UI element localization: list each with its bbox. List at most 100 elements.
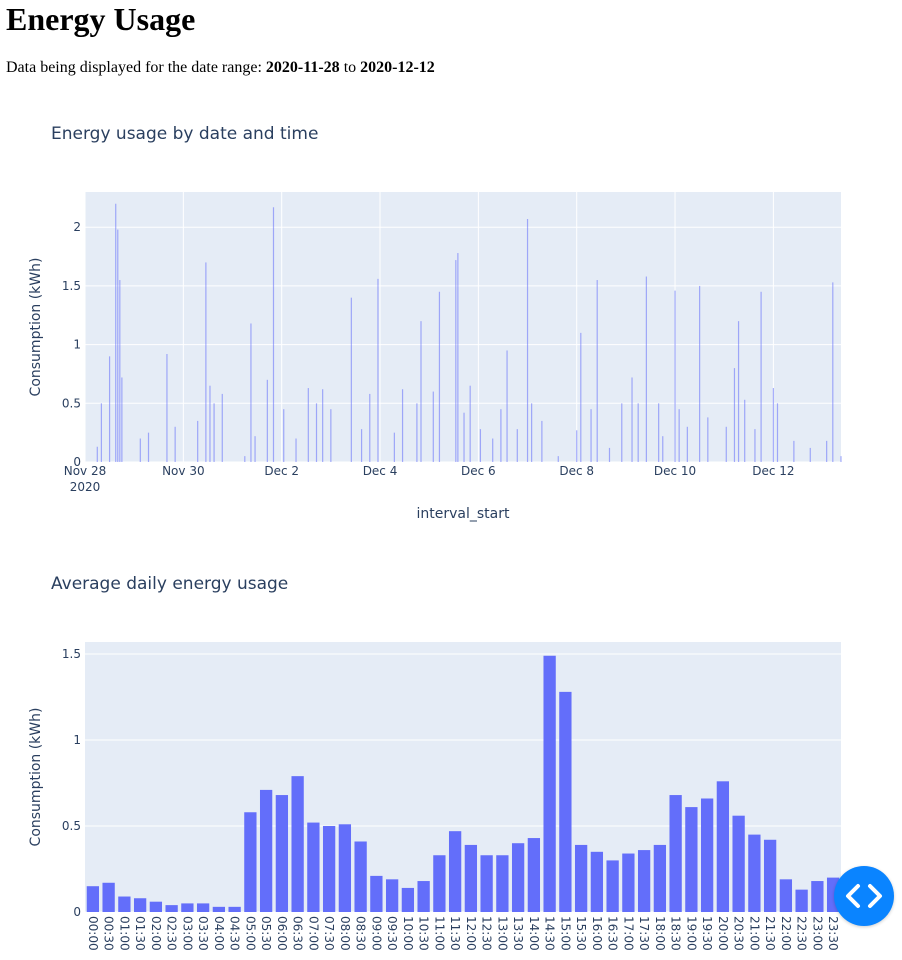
average-usage-bar: [181, 903, 194, 912]
x-tick-label: 05:30: [259, 916, 273, 951]
x-tick-label: 11:00: [432, 916, 446, 951]
average-usage-bar: [433, 855, 446, 912]
average-usage-bar: [685, 807, 698, 912]
average-usage-bar: [811, 881, 824, 912]
code-brackets-icon: [846, 884, 882, 908]
average-usage-bar: [212, 906, 226, 912]
x-tick-label: 22:30: [795, 916, 809, 951]
average-usage-bar: [574, 844, 588, 912]
x-tick-label: 22:00: [779, 916, 793, 951]
average-usage-bar: [716, 781, 730, 912]
average-daily-usage-chart[interactable]: 0 0.5 1 1.5 Consumption (kWh) 00:00 00:30 01:00…: [0, 0, 902, 960]
y-tick-label: 1.5: [62, 647, 81, 661]
average-usage-bar: [543, 655, 556, 912]
average-usage-bar: [590, 851, 604, 912]
x-tick-label: 12:00: [464, 916, 478, 951]
x-tick-label: 06:00: [275, 916, 289, 951]
x-tick-label: 14:00: [527, 916, 541, 951]
x-tick-label: 02:30: [165, 916, 179, 951]
average-usage-bar: [102, 882, 115, 912]
average-usage-bar: [370, 875, 383, 912]
average-usage-bar: [228, 906, 241, 912]
average-usage-bar: [496, 855, 509, 912]
average-usage-bar: [527, 838, 541, 912]
average-usage-bar: [401, 887, 415, 912]
x-tick-label: 01:30: [133, 916, 147, 951]
y-tick-label: 0: [73, 905, 81, 919]
average-usage-bar: [149, 901, 163, 912]
x-tick-label: 08:00: [338, 916, 352, 951]
average-usage-bar: [700, 798, 714, 912]
average-usage-bar: [622, 853, 635, 912]
x-tick-label: 08:30: [354, 916, 368, 951]
x-tick-label: 07:00: [306, 916, 320, 951]
x-tick-label: 19:00: [684, 916, 698, 951]
y-tick-label: 1: [73, 733, 81, 747]
code-toggle-button[interactable]: [834, 866, 894, 926]
x-tick-label: 03:00: [180, 916, 194, 951]
average-usage-bar: [417, 881, 430, 912]
x-tick-label: 07:30: [322, 916, 336, 951]
x-tick-label: 15:00: [558, 916, 572, 951]
x-tick-label: 01:00: [117, 916, 131, 951]
x-tick-label: 21:00: [747, 916, 761, 951]
x-tick-label: 00:00: [86, 916, 100, 951]
average-usage-bar: [606, 860, 619, 912]
average-usage-bar: [275, 795, 289, 912]
x-tick-label: 15:30: [574, 916, 588, 951]
x-tick-label: 09:30: [385, 916, 399, 951]
x-tick-label: 10:30: [417, 916, 431, 951]
average-usage-bar: [338, 824, 352, 912]
x-tick-label: 16:00: [590, 916, 604, 951]
average-usage-bar: [354, 841, 367, 912]
average-usage-bar: [165, 905, 178, 912]
average-usage-bar: [86, 886, 100, 912]
x-tick-label: 20:00: [716, 916, 730, 951]
average-usage-bar: [732, 815, 745, 912]
average-usage-bar: [779, 879, 793, 912]
average-usage-bar: [118, 896, 131, 912]
x-tick-label: 05:00: [243, 916, 257, 951]
x-tick-label: 00:30: [102, 916, 116, 951]
x-tick-label: 21:30: [763, 916, 777, 951]
x-tick-label: 19:30: [700, 916, 714, 951]
average-usage-bar: [748, 834, 761, 912]
x-tick-label: 02:00: [149, 916, 163, 951]
average-usage-bar: [464, 844, 478, 912]
y-tick-label: 0.5: [62, 819, 81, 833]
x-tick-label: 23:00: [810, 916, 824, 951]
x-tick-label: 11:30: [448, 916, 462, 951]
x-tick-label: 10:00: [401, 916, 415, 951]
x-tick-label: 06:30: [291, 916, 305, 951]
x-tick-label: 13:30: [511, 916, 525, 951]
average-usage-bar: [259, 789, 273, 912]
average-usage-bar: [559, 691, 572, 912]
average-usage-bar: [763, 839, 777, 912]
x-tick-label: 03:30: [196, 916, 210, 951]
x-tick-label: 12:30: [480, 916, 494, 951]
average-usage-bar: [322, 826, 336, 912]
x-tick-label: 04:30: [228, 916, 242, 951]
average-usage-bar: [385, 879, 399, 912]
average-usage-bar: [291, 776, 304, 912]
average-usage-bar: [196, 903, 210, 912]
x-tick-label: 18:30: [669, 916, 683, 951]
average-usage-bar: [669, 795, 682, 912]
x-tick-label: 13:00: [495, 916, 509, 951]
x-tick-label: 17:30: [637, 916, 651, 951]
x-tick-label: 16:30: [606, 916, 620, 951]
x-tick-label: 20:30: [732, 916, 746, 951]
x-tick-label: 04:00: [212, 916, 226, 951]
x-tick-label: 17:00: [621, 916, 635, 951]
x-tick-label: 09:00: [369, 916, 383, 951]
average-usage-bar: [653, 844, 667, 912]
average-usage-bar: [637, 850, 651, 912]
average-usage-bar: [480, 855, 493, 912]
average-usage-bar: [448, 831, 462, 912]
average-usage-bar: [511, 843, 525, 912]
average-usage-bar: [133, 898, 147, 912]
average-usage-bar: [244, 812, 257, 912]
average-usage-bar: [307, 822, 320, 912]
x-tick-label: 18:00: [653, 916, 667, 951]
y-axis-title: Consumption (kWh): [28, 708, 44, 847]
